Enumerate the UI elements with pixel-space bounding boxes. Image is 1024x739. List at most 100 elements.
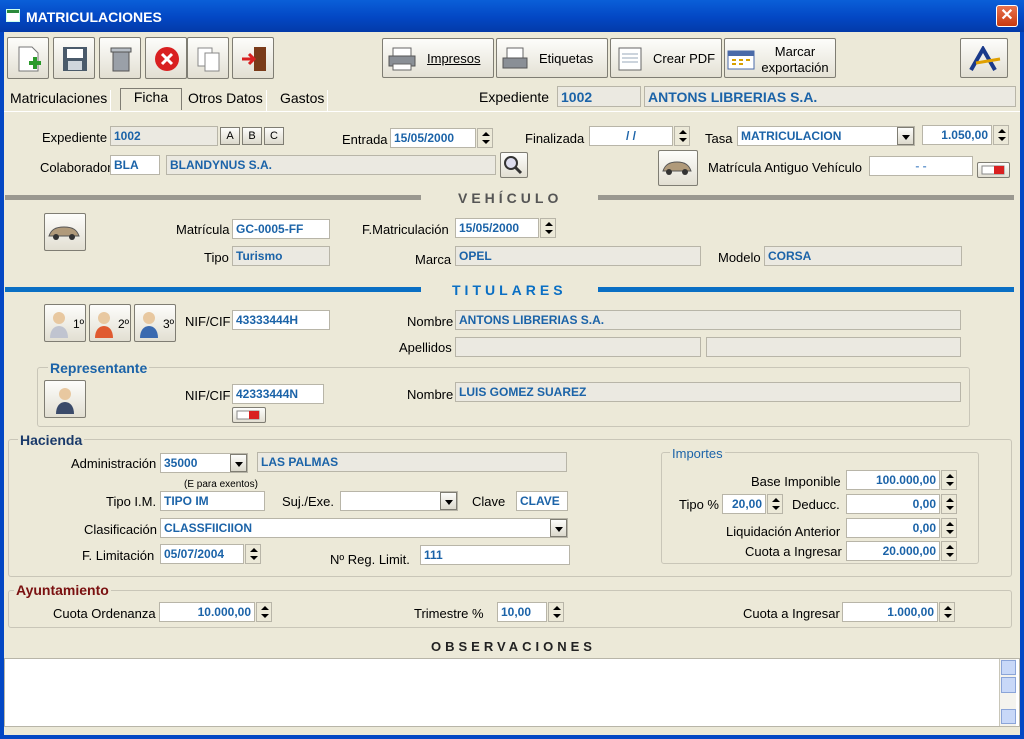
cuota-ordenanza-spinner[interactable] bbox=[256, 602, 272, 622]
deducc-field[interactable]: 0,00 bbox=[846, 494, 940, 514]
tipo-pct-spinner[interactable] bbox=[767, 494, 783, 514]
serie-b-button[interactable]: B bbox=[242, 127, 262, 145]
titular-1-button[interactable]: 1º bbox=[44, 304, 86, 342]
clasificacion-dropdown-button[interactable] bbox=[550, 519, 567, 537]
base-imponible-field[interactable]: 100.000,00 bbox=[846, 470, 940, 490]
serie-c-button[interactable]: C bbox=[264, 127, 284, 145]
crear-pdf-button[interactable]: Crear PDF bbox=[610, 38, 722, 78]
clear-antiguo-button[interactable] bbox=[977, 162, 1010, 178]
sujexe-dropdown-button[interactable] bbox=[440, 492, 457, 510]
observaciones-scrollbar[interactable] bbox=[999, 659, 1016, 726]
tasa-importe-spinner[interactable] bbox=[993, 125, 1009, 145]
search-colaborador-button[interactable] bbox=[500, 152, 528, 178]
administracion-dropdown-button[interactable] bbox=[230, 454, 247, 472]
cancel-button[interactable] bbox=[145, 37, 187, 79]
exit-button[interactable] bbox=[232, 37, 274, 79]
trimestre-field[interactable]: 10,00 bbox=[497, 602, 547, 622]
calendar-icon bbox=[727, 50, 755, 70]
base-imponible-spinner[interactable] bbox=[941, 470, 957, 490]
antiguo-vehiculo-button[interactable] bbox=[658, 150, 698, 186]
expediente-label: Expediente bbox=[42, 130, 108, 145]
fmatriculacion-label: F.Matriculación bbox=[362, 222, 449, 237]
scroll-down-button[interactable] bbox=[1001, 709, 1016, 724]
header-cliente-value: ANTONS LIBRERIAS S.A. bbox=[644, 86, 1016, 107]
pdf-document-icon bbox=[618, 47, 642, 71]
fmatriculacion-field[interactable]: 15/05/2000 bbox=[455, 218, 539, 238]
fmatriculacion-spinner[interactable] bbox=[540, 218, 556, 238]
serie-a-button[interactable]: A bbox=[220, 127, 240, 145]
delete-button[interactable] bbox=[99, 37, 141, 79]
hacienda-cuota-spinner[interactable] bbox=[941, 541, 957, 561]
exentos-note: (E para exentos) bbox=[184, 479, 258, 490]
cuota-ordenanza-field[interactable]: 10.000,00 bbox=[159, 602, 255, 622]
matricula-antiguo-field[interactable]: - - bbox=[869, 156, 973, 176]
vehiculo-button[interactable] bbox=[44, 213, 86, 251]
representante-button[interactable] bbox=[44, 380, 86, 418]
ayto-cuota-field[interactable]: 1.000,00 bbox=[842, 602, 938, 622]
tipo-im-field[interactable]: TIPO IM bbox=[160, 491, 265, 511]
hacienda-cuota-field[interactable]: 20.000,00 bbox=[846, 541, 940, 561]
tab-gastos[interactable]: Gastos bbox=[277, 90, 329, 112]
clasificacion-select[interactable]: CLASSFIICIION bbox=[160, 518, 568, 538]
header-expediente-value: 1002 bbox=[557, 86, 641, 107]
new-button[interactable] bbox=[7, 37, 49, 79]
representante-nif-label: NIF/CIF bbox=[185, 388, 231, 403]
tasa-dropdown-button[interactable] bbox=[897, 127, 914, 145]
tasa-importe-field[interactable]: 1.050,00 bbox=[922, 125, 992, 145]
colaborador-label: Colaborador bbox=[40, 160, 112, 175]
car-icon bbox=[48, 226, 80, 240]
titular-3-button[interactable]: 3º bbox=[134, 304, 176, 342]
impresos-label: Impresos bbox=[427, 51, 481, 66]
tipo-pct-field[interactable]: 20,00 bbox=[722, 494, 766, 514]
representante-nif-field[interactable]: 42333444N bbox=[232, 384, 324, 404]
ayto-cuota-label: Cuota a Ingresar bbox=[743, 606, 840, 621]
eraser-icon bbox=[981, 165, 1005, 175]
scroll-up-button[interactable] bbox=[1001, 660, 1016, 675]
tab-ficha[interactable]: Ficha bbox=[120, 88, 182, 110]
observaciones-textarea[interactable] bbox=[4, 658, 1020, 727]
finalizada-field[interactable]: / / bbox=[589, 126, 673, 146]
scroll-thumb[interactable] bbox=[1001, 677, 1016, 693]
etiquetas-button[interactable]: Etiquetas bbox=[496, 38, 608, 78]
titulares-section-title: TITULARES bbox=[452, 282, 567, 298]
agencia-tributaria-button[interactable] bbox=[960, 38, 1008, 78]
expediente-field[interactable]: 1002 bbox=[110, 126, 218, 146]
header-expediente-label: Expediente bbox=[479, 89, 550, 105]
liquidacion-anterior-spinner[interactable] bbox=[941, 518, 957, 538]
person-icon bbox=[140, 312, 158, 338]
marcar-exportacion-button[interactable]: Marcar exportación bbox=[724, 38, 836, 78]
tab-otros-datos[interactable]: Otros Datos bbox=[185, 90, 267, 112]
clave-label: Clave bbox=[472, 494, 506, 509]
administracion-label: Administración bbox=[71, 456, 157, 471]
trimestre-spinner[interactable] bbox=[548, 602, 564, 622]
titular-nif-field[interactable]: 43333444H bbox=[232, 310, 330, 330]
titular-nombre-field: ANTONS LIBRERIAS S.A. bbox=[455, 310, 961, 330]
tab-matriculaciones[interactable]: Matriculaciones bbox=[7, 90, 112, 112]
titular-2-button[interactable]: 2º bbox=[89, 304, 131, 342]
tasa-select[interactable]: MATRICULACION bbox=[737, 126, 915, 146]
close-button[interactable]: ✕ bbox=[996, 5, 1018, 27]
flimitacion-field[interactable]: 05/07/2004 bbox=[160, 544, 244, 564]
flimitacion-label: F. Limitación bbox=[82, 548, 155, 563]
deducc-spinner[interactable] bbox=[941, 494, 957, 514]
clave-field[interactable]: CLAVE bbox=[516, 491, 568, 511]
new-document-icon bbox=[18, 46, 41, 72]
deducc-label: Deducc. bbox=[792, 497, 840, 512]
copy-icon bbox=[197, 47, 220, 72]
liquidacion-anterior-label: Liquidación Anterior bbox=[726, 524, 841, 539]
finalizada-spinner[interactable] bbox=[674, 126, 690, 146]
ayto-cuota-spinner[interactable] bbox=[939, 602, 955, 622]
entrada-field[interactable]: 15/05/2000 bbox=[390, 128, 476, 148]
copy-button[interactable] bbox=[187, 37, 229, 79]
base-imponible-label: Base Imponible bbox=[751, 474, 841, 489]
vehiculo-section-title: VEHÍCULO bbox=[458, 190, 563, 206]
matricula-field[interactable]: GC-0005-FF bbox=[232, 219, 330, 239]
flimitacion-spinner[interactable] bbox=[245, 544, 261, 564]
clear-representante-button[interactable] bbox=[232, 407, 266, 423]
save-button[interactable] bbox=[53, 37, 95, 79]
entrada-spinner[interactable] bbox=[477, 128, 493, 148]
nreg-field[interactable]: 111 bbox=[420, 545, 570, 565]
colaborador-code-field[interactable]: BLA bbox=[110, 155, 160, 175]
impresos-button[interactable]: Impresos bbox=[382, 38, 494, 78]
liquidacion-anterior-field[interactable]: 0,00 bbox=[846, 518, 940, 538]
